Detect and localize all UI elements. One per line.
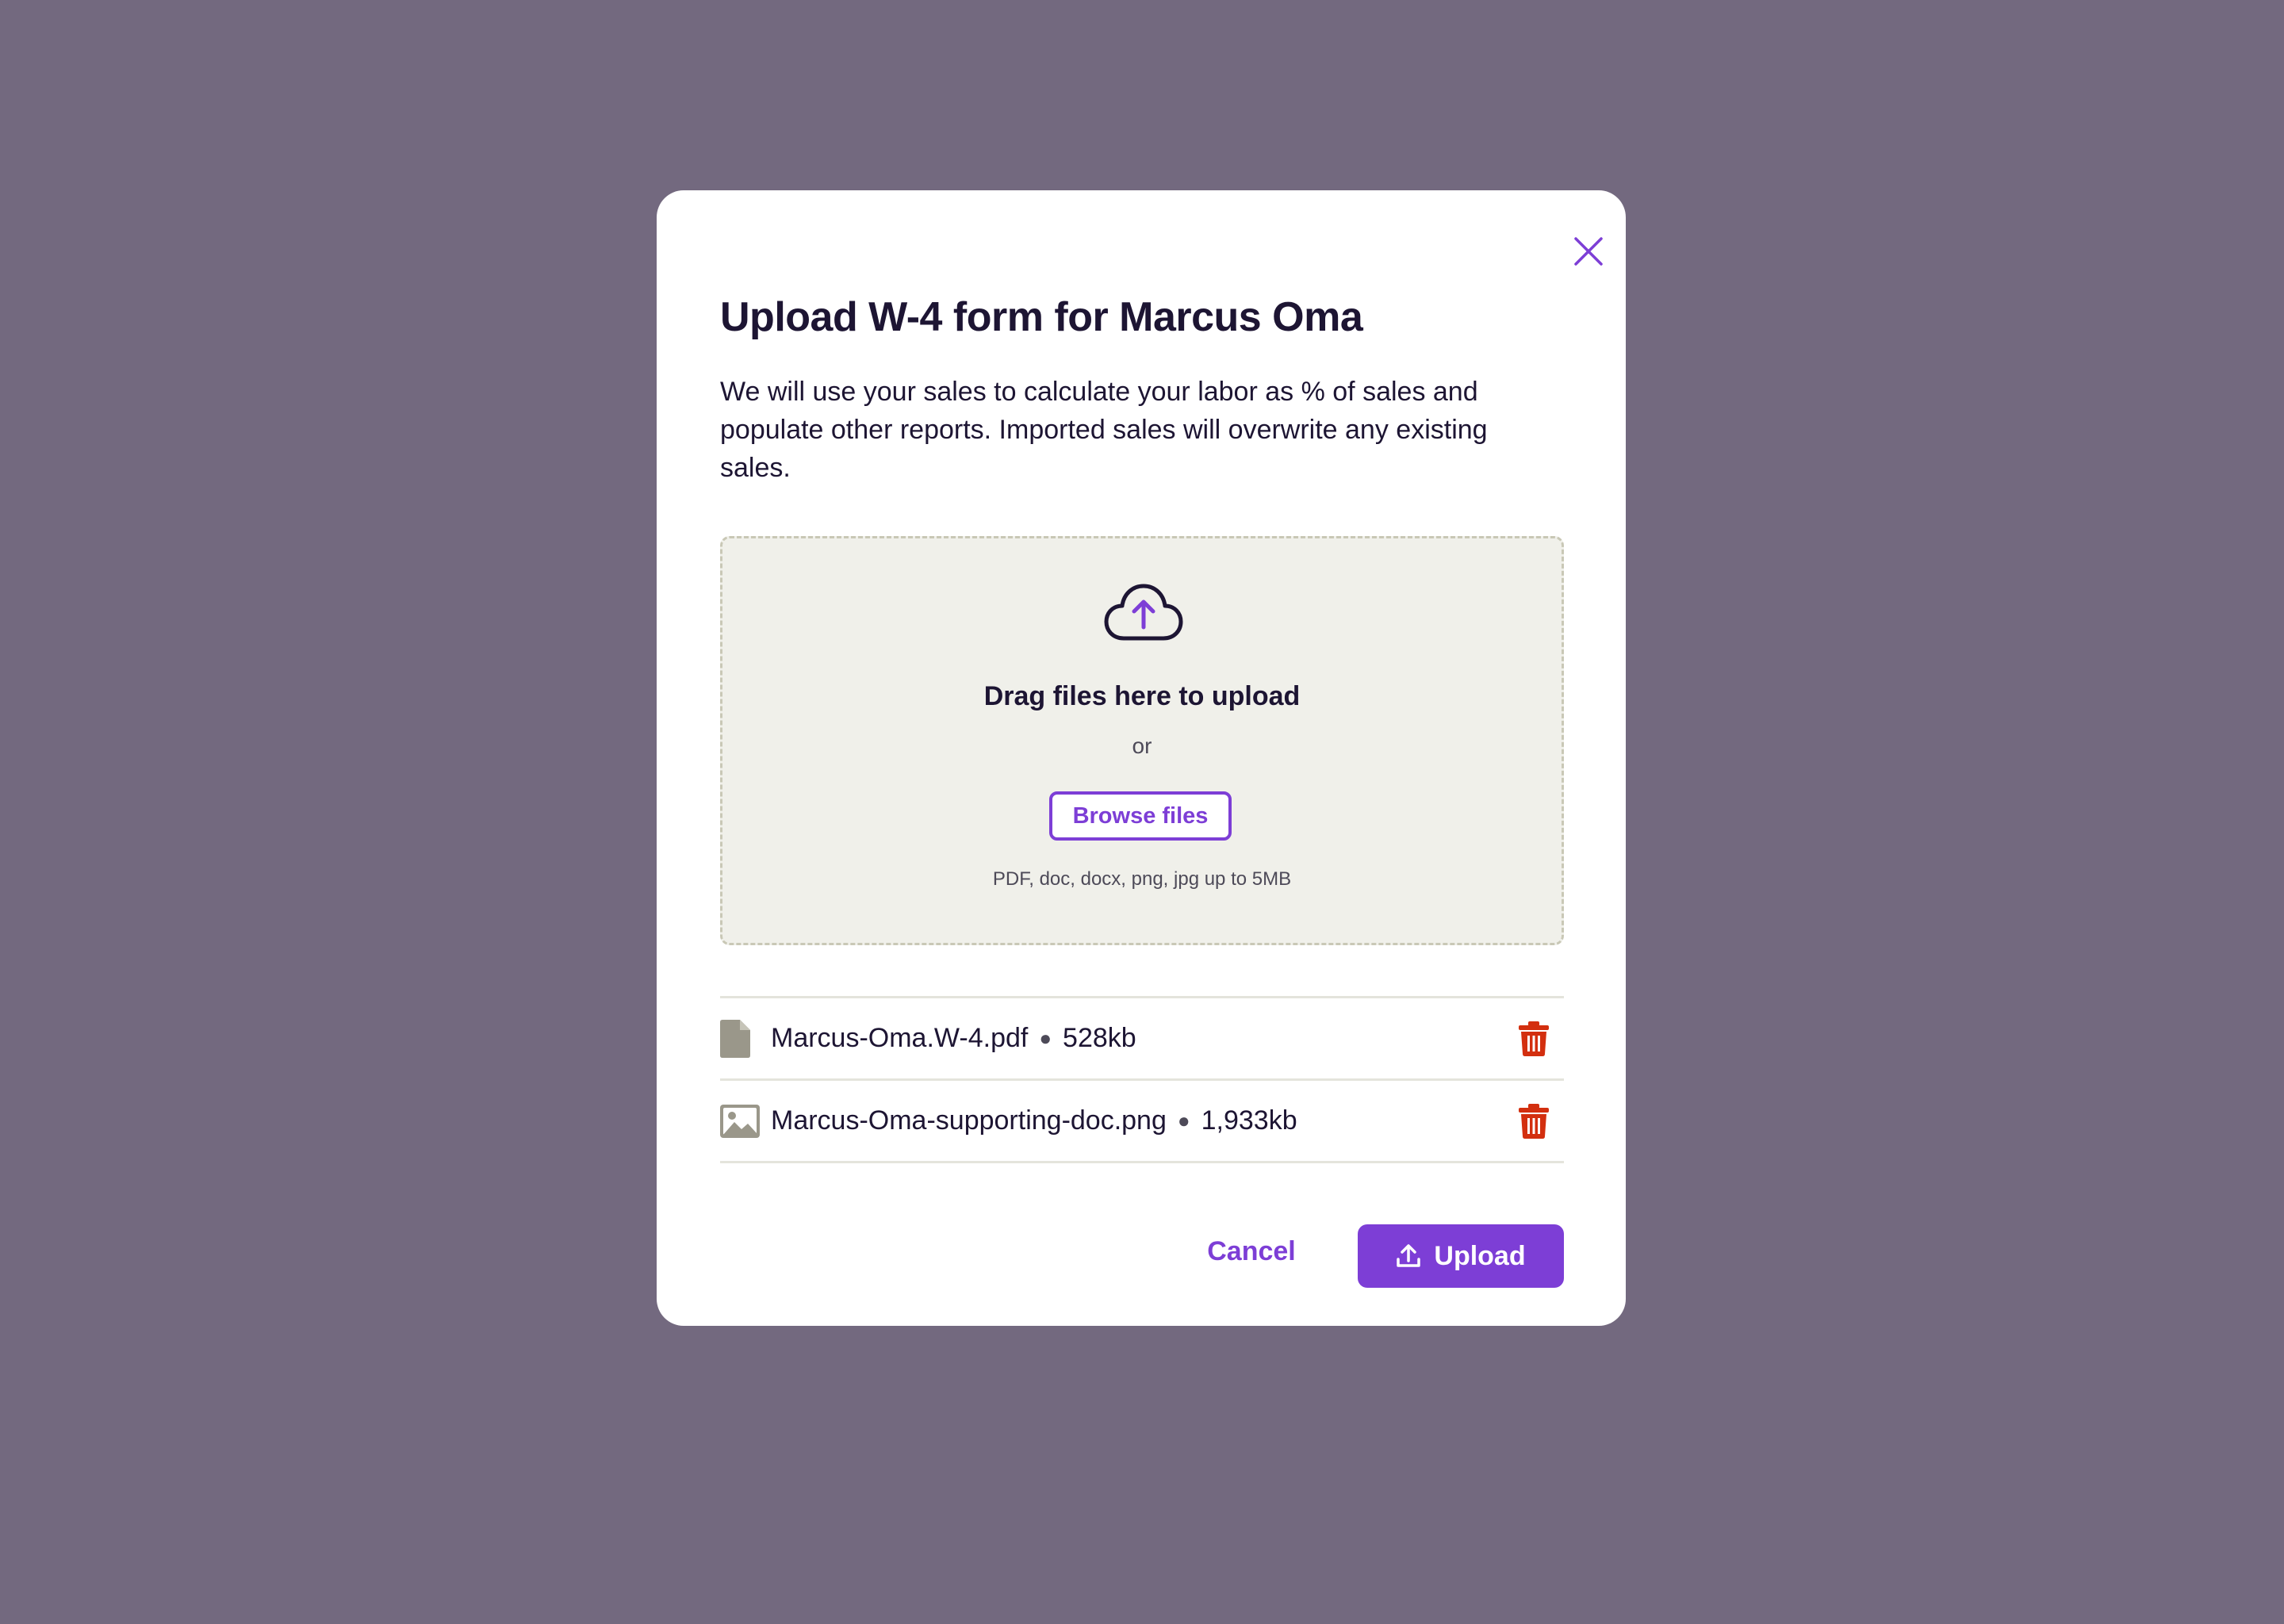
upload-button-label: Upload: [1434, 1240, 1526, 1271]
dropzone-or: or: [1132, 733, 1152, 758]
upload-button[interactable]: Upload: [1358, 1224, 1564, 1288]
upload-modal: Upload W-4 form for Marcus Oma We will u…: [657, 190, 1626, 1326]
file-row: Marcus-Oma.W-4.pdf ● 528kb: [720, 998, 1564, 1081]
document-icon: [720, 1019, 760, 1059]
modal-description: We will use your sales to calculate your…: [720, 377, 1488, 483]
separator-dot: ●: [1039, 1026, 1052, 1050]
file-size: 1,933kb: [1201, 1105, 1297, 1136]
cloud-upload-icon: [1104, 584, 1183, 641]
modal-title: Upload W-4 form for Marcus Oma: [720, 294, 1363, 340]
file-name: Marcus-Oma-supporting-doc.png: [771, 1105, 1167, 1136]
trash-icon[interactable]: [1518, 1103, 1550, 1139]
file-row: Marcus-Oma-supporting-doc.png ● 1,933kb: [720, 1081, 1564, 1163]
file-size: 528kb: [1063, 1023, 1136, 1053]
close-icon: [1574, 237, 1603, 266]
close-button[interactable]: [1561, 224, 1616, 279]
file-dropzone[interactable]: Drag files here to upload or Browse file…: [720, 536, 1564, 945]
trash-icon[interactable]: [1518, 1021, 1550, 1057]
browse-files-button[interactable]: Browse files: [1049, 791, 1232, 841]
dropzone-hint: PDF, doc, docx, png, jpg up to 5MB: [992, 868, 1292, 890]
file-list: Marcus-Oma.W-4.pdf ● 528kb Marcus-Oma-su…: [720, 996, 1564, 1163]
cancel-button[interactable]: Cancel: [1188, 1226, 1315, 1277]
image-icon: [720, 1101, 760, 1141]
dropzone-title: Drag files here to upload: [983, 681, 1301, 711]
separator-dot: ●: [1177, 1109, 1190, 1132]
file-name: Marcus-Oma.W-4.pdf: [771, 1023, 1029, 1053]
upload-icon: [1397, 1244, 1421, 1267]
